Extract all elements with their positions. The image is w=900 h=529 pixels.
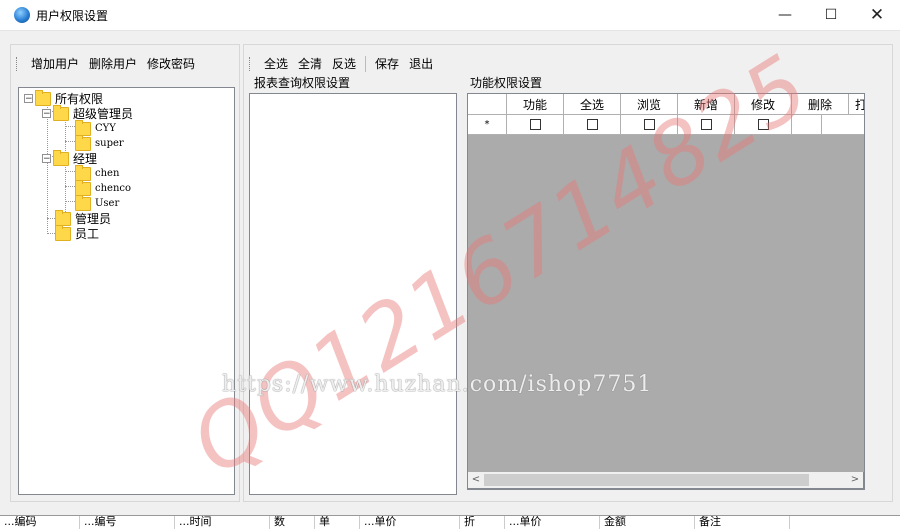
new-row-marker: * bbox=[468, 115, 507, 134]
background-cell: ...编号 bbox=[80, 516, 175, 529]
background-cell: 备注 bbox=[695, 516, 790, 529]
checkbox-cell[interactable] bbox=[564, 115, 621, 134]
change-password-button[interactable]: 修改密码 bbox=[142, 54, 200, 74]
window-title: 用户权限设置 bbox=[36, 9, 109, 23]
maximize-button[interactable]: ☐ bbox=[808, 0, 854, 30]
column-header-select-all[interactable]: 全选 bbox=[564, 94, 621, 114]
column-header-print[interactable]: 打 bbox=[849, 94, 864, 114]
folder-icon bbox=[75, 134, 91, 151]
background-table-strip: ...编码 ...编号 ...时间 数 单 ...单价 折 ...单价 金额 备… bbox=[0, 515, 900, 529]
folder-icon bbox=[75, 194, 91, 211]
watermark-url: https://www.huzhan.com/ishop7751 bbox=[222, 372, 653, 397]
tree-node-user-super[interactable]: super bbox=[75, 134, 124, 151]
tree-node-label: chenco bbox=[95, 183, 132, 194]
row-header-corner bbox=[468, 94, 507, 114]
tree-node-manager[interactable]: − 经理 bbox=[42, 149, 97, 166]
tree-node-label: CYY bbox=[95, 123, 116, 134]
select-all-button[interactable]: 全选 bbox=[259, 54, 293, 74]
background-cell: 折 bbox=[460, 516, 505, 529]
folder-icon bbox=[55, 209, 71, 226]
tree-node-admin[interactable]: 管理员 bbox=[55, 209, 111, 226]
checkbox[interactable] bbox=[586, 119, 598, 130]
folder-icon bbox=[75, 164, 91, 181]
right-toolbar: 全选 全清 反选 保存 退出 bbox=[245, 53, 438, 75]
left-toolbar: 增加用户 删除用户 修改密码 bbox=[12, 53, 200, 75]
function-panel-title: 功能权限设置 bbox=[468, 74, 545, 91]
clear-all-button[interactable]: 全清 bbox=[293, 54, 327, 74]
tree-node-user-chenco[interactable]: chenco bbox=[75, 179, 132, 196]
folder-icon bbox=[53, 104, 69, 121]
save-button[interactable]: 保存 bbox=[370, 54, 404, 74]
checkbox-cell[interactable] bbox=[507, 115, 564, 134]
tree-node-staff[interactable]: 员工 bbox=[55, 224, 100, 241]
horizontal-scrollbar[interactable]: < > bbox=[467, 472, 864, 489]
delete-user-button[interactable]: 删除用户 bbox=[84, 54, 142, 74]
toolbar-grip bbox=[16, 57, 20, 71]
app-icon bbox=[14, 7, 30, 23]
folder-icon bbox=[35, 89, 51, 106]
collapse-icon[interactable]: − bbox=[42, 154, 51, 164]
background-cell: ...单价 bbox=[505, 516, 600, 529]
toolbar-separator bbox=[365, 56, 367, 72]
close-button[interactable]: ✕ bbox=[854, 0, 900, 30]
background-cell: ...时间 bbox=[175, 516, 270, 529]
collapse-icon[interactable]: − bbox=[24, 94, 33, 104]
tree-node-label: super bbox=[95, 138, 124, 149]
folder-icon bbox=[75, 119, 91, 136]
collapse-icon[interactable]: − bbox=[42, 109, 51, 119]
background-cell: 数 bbox=[270, 516, 315, 529]
minimize-button[interactable]: — bbox=[762, 0, 808, 30]
background-cell: ...单价 bbox=[360, 516, 460, 529]
tree-node-user-user[interactable]: User bbox=[75, 194, 120, 211]
checkbox[interactable] bbox=[529, 119, 541, 130]
folder-icon bbox=[55, 224, 71, 241]
scroll-right-icon[interactable]: > bbox=[849, 472, 861, 488]
column-header-function[interactable]: 功能 bbox=[507, 94, 564, 114]
add-user-button[interactable]: 增加用户 bbox=[26, 54, 84, 74]
background-cell: 单 bbox=[315, 516, 360, 529]
tree-node-root[interactable]: − 所有权限 bbox=[24, 89, 103, 106]
exit-button[interactable]: 退出 bbox=[404, 54, 438, 74]
tree-node-label: User bbox=[95, 198, 120, 209]
tree-node-super-admin[interactable]: − 超级管理员 bbox=[42, 104, 133, 121]
background-cell: ...编码 bbox=[0, 516, 80, 529]
folder-icon bbox=[53, 149, 69, 166]
scroll-left-icon[interactable]: < bbox=[470, 472, 482, 488]
toolbar-grip bbox=[249, 57, 253, 71]
report-panel-title: 报表查询权限设置 bbox=[252, 74, 353, 91]
background-cell: 金额 bbox=[600, 516, 695, 529]
invert-selection-button[interactable]: 反选 bbox=[327, 54, 361, 74]
tree-node-label: chen bbox=[95, 168, 120, 179]
title-bar: 用户权限设置 — ☐ ✕ bbox=[0, 0, 900, 31]
tree-node-label: 员工 bbox=[75, 227, 100, 241]
scrollbar-thumb[interactable] bbox=[484, 474, 809, 486]
folder-icon bbox=[75, 179, 91, 196]
